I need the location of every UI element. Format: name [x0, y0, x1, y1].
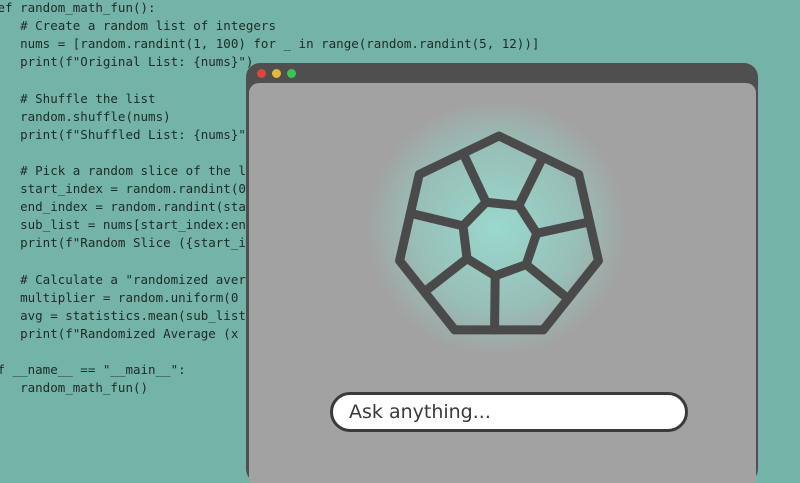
aperture-blade	[514, 152, 548, 211]
window-content: Ask anything...	[249, 83, 756, 483]
code-line: # Calculate a "randomized aver	[0, 271, 246, 287]
aperture-blade	[490, 271, 500, 335]
code-line: multiplier = random.uniform(0	[0, 289, 239, 305]
ask-input[interactable]: Ask anything...	[330, 392, 688, 432]
aperture-heptagon-icon	[395, 131, 603, 335]
close-button[interactable]	[257, 69, 266, 78]
code-line: # Pick a random slice of the list	[0, 162, 269, 178]
aperture-blade	[419, 254, 472, 297]
maximize-button[interactable]	[287, 69, 296, 78]
code-line: print(f"Original List: {nums}")	[0, 54, 254, 70]
code-line: nums = [random.randint(1, 100) for _ in …	[0, 36, 540, 52]
code-line: random_math_fun()	[0, 380, 149, 396]
code-line: sub_list = nums[start_index:end	[0, 217, 254, 233]
code-line: # Create a random list of integers	[0, 18, 276, 34]
aperture-blade	[458, 148, 491, 207]
aperture-blade	[405, 208, 468, 231]
code-line: print(f"Shuffled List: {nums}")	[0, 126, 254, 142]
code-line: if __name__ == "__main__":	[0, 362, 186, 377]
ask-placeholder: Ask anything...	[349, 401, 491, 423]
code-line: end_index = random.randint(start	[0, 199, 261, 215]
aperture-blade	[532, 217, 595, 238]
code-line: random.shuffle(nums)	[0, 108, 171, 124]
aperture-blade	[521, 260, 573, 304]
code-line: avg = statistics.mean(sub_list	[0, 307, 246, 323]
window-titlebar	[246, 63, 758, 83]
code-line: def random_math_fun():	[0, 0, 156, 15]
code-line: print(f"Random Slice ({start_i	[0, 235, 246, 251]
minimize-button[interactable]	[272, 69, 281, 78]
code-line: # Shuffle the list	[0, 90, 156, 106]
app-window: Ask anything...	[246, 63, 758, 483]
code-line: print(f"Randomized Average (x	[0, 325, 239, 341]
code-line: start_index = random.randint(0	[0, 181, 246, 196]
